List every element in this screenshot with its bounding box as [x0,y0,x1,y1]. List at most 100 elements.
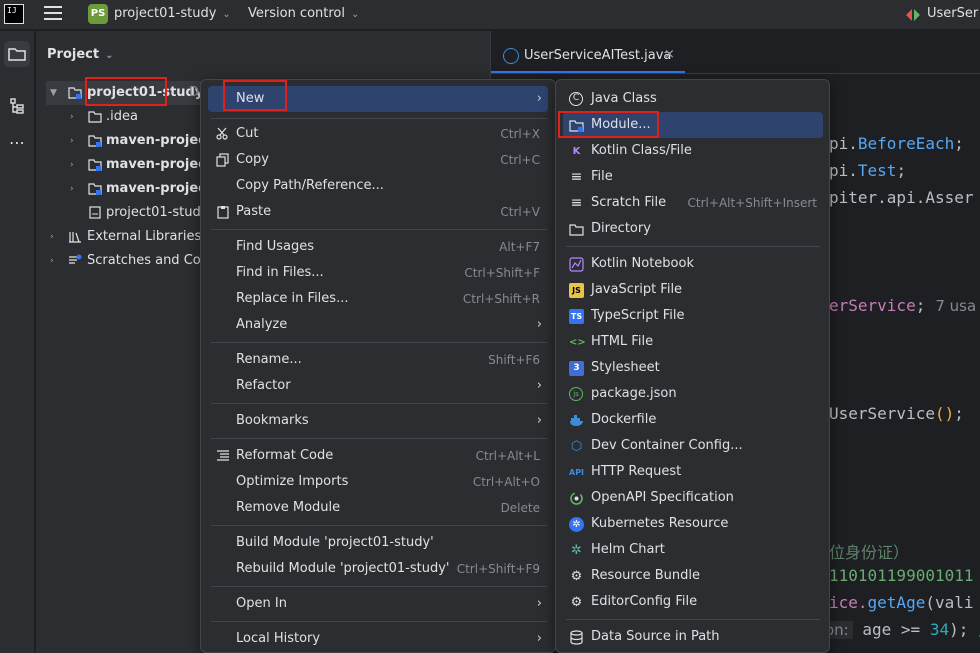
tree-item-project01-study[interactable]: ▼ project01-study D [46,81,206,105]
java-class-icon: C [569,92,583,106]
module-folder-icon [68,87,82,99]
code-line[interactable]: erService; 7 usa [829,296,976,315]
new-html-file[interactable]: <> HTML File [563,329,823,355]
tool-window-strip: ⋯ [0,31,35,653]
expand-arrow-icon[interactable]: › [70,129,80,153]
new-kotlin-notebook[interactable]: Kotlin Notebook [563,251,823,277]
helm-icon: ✲ [571,543,582,558]
menu-item-open-in[interactable]: Open In › [208,591,548,617]
menu-separator [211,586,547,587]
menu-item-cut[interactable]: Cut Ctrl+X [208,121,548,147]
html-icon: <> [569,337,586,348]
run-config-icon[interactable] [904,7,922,23]
code-line[interactable]: 位身份证） [829,539,909,563]
chevron-down-icon: ⌄ [351,9,360,20]
module-icon [569,120,584,132]
menu-item-bookmarks[interactable]: Bookmarks › [208,408,548,434]
gear-icon: ⚙ [570,569,583,584]
menu-item-remove-module[interactable]: Remove Module Delete [208,495,548,521]
menu-separator [211,342,547,343]
new-directory[interactable]: Directory [563,216,823,242]
libraries-icon [69,232,81,243]
new-java-class[interactable]: C Java Class [563,86,823,112]
new-data-source-in-path[interactable]: Data Source in Path [563,624,823,650]
menu-separator [211,438,547,439]
new-kotlin-class[interactable]: K Kotlin Class/File [563,138,823,164]
openapi-icon [570,492,583,505]
new-helm-chart[interactable]: ✲ Helm Chart [563,537,823,563]
code-line[interactable]: 110101199001011 [829,566,974,585]
chevron-right-icon: › [536,91,542,106]
tab-userserviceaitest[interactable]: UserServiceAITest.java × [491,39,685,73]
directory-icon [569,224,584,236]
java-class-icon [503,48,519,64]
chevron-right-icon: › [536,378,542,393]
new-package-json[interactable]: js package.json [563,381,823,407]
code-line[interactable]: UserService(); [829,404,964,423]
new-dev-container-config[interactable]: ⬡ Dev Container Config... [563,433,823,459]
menu-item-copy[interactable]: Copy Ctrl+C [208,147,548,173]
menu-item-build-module[interactable]: Build Module 'project01-study' [208,530,548,556]
new-typescript-file[interactable]: TS TypeScript File [563,303,823,329]
expand-arrow-icon[interactable]: › [70,177,80,201]
new-file[interactable]: ≡ File [563,164,823,190]
app-logo-icon[interactable]: IJ [4,4,24,24]
menu-item-optimize-imports[interactable]: Optimize Imports Ctrl+Alt+O [208,469,548,495]
menu-item-new[interactable]: New › [208,86,548,112]
api-icon: API [569,468,585,477]
new-resource-bundle[interactable]: ⚙ Resource Bundle [563,563,823,589]
new-kubernetes-resource[interactable]: ✲ Kubernetes Resource [563,511,823,537]
expand-arrow-icon[interactable]: › [70,153,80,177]
project-badge[interactable]: PS [88,4,108,24]
copy-icon [216,153,229,167]
main-menu-icon[interactable] [44,6,62,22]
javascript-icon: JS [569,283,584,298]
menu-item-copy-path[interactable]: Copy Path/Reference... [208,173,548,199]
structure-tool-button[interactable] [4,93,30,119]
chevron-right-icon: › [536,631,542,646]
new-scratch-file[interactable]: ≡ Scratch File Ctrl+Alt+Shift+Insert [563,190,823,216]
expand-arrow-icon[interactable]: › [50,225,60,249]
new-javascript-file[interactable]: JS JavaScript File [563,277,823,303]
code-line[interactable]: on: age >= 34); / [821,620,980,639]
file-icon: ≡ [570,169,583,185]
close-icon[interactable]: × [664,47,675,62]
run-config-selector[interactable]: UserSer [927,6,978,21]
code-line[interactable]: pi.Test; [829,161,906,180]
paste-icon [217,206,229,219]
menu-item-analyze[interactable]: Analyze › [208,312,548,338]
menu-item-refactor[interactable]: Refactor › [208,373,548,399]
version-control-menu[interactable]: Version control ⌄ [248,6,359,21]
code-line[interactable]: ice.getAge(vali [829,593,974,612]
menu-separator [566,619,820,620]
menu-item-find-in-files[interactable]: Find in Files... Ctrl+Shift+F [208,260,548,286]
expand-arrow-icon[interactable]: › [50,249,60,273]
new-editorconfig-file[interactable]: ⚙ EditorConfig File [563,589,823,615]
expand-arrow-icon[interactable]: ▼ [50,81,60,105]
menu-item-find-usages[interactable]: Find Usages Alt+F7 [208,234,548,260]
menu-item-replace-in-files[interactable]: Replace in Files... Ctrl+Shift+R [208,286,548,312]
menu-item-rename[interactable]: Rename... Shift+F6 [208,347,548,373]
menu-item-local-history[interactable]: Local History › [208,626,548,652]
more-tools-icon[interactable]: ⋯ [4,133,30,159]
project-panel-title[interactable]: Project ⌄ [47,47,113,62]
expand-arrow-icon[interactable]: › [70,105,80,129]
module-folder-icon [88,159,102,171]
new-openapi-spec[interactable]: OpenAPI Specification [563,485,823,511]
project-switcher[interactable]: project01-study ⌄ [114,6,231,21]
docker-icon [570,415,583,426]
new-http-request[interactable]: API HTTP Request [563,459,823,485]
code-line[interactable]: piter.api.Asser [829,188,974,207]
project-tool-button[interactable] [4,41,30,67]
menu-item-rebuild-module[interactable]: Rebuild Module 'project01-study' Ctrl+Shi… [208,556,548,582]
new-stylesheet[interactable]: 3 Stylesheet [563,355,823,381]
new-module[interactable]: Module... [563,112,823,138]
new-dockerfile[interactable]: Dockerfile [563,407,823,433]
menu-item-paste[interactable]: Paste Ctrl+V [208,199,548,225]
tree-item-suffix: D [189,85,200,100]
menu-item-reformat-code[interactable]: Reformat Code Ctrl+Alt+L [208,443,548,469]
code-line[interactable]: pi.BeforeEach; [829,134,964,153]
structure-icon [10,98,24,114]
chevron-right-icon: › [536,413,542,428]
scissors-icon [216,127,228,140]
